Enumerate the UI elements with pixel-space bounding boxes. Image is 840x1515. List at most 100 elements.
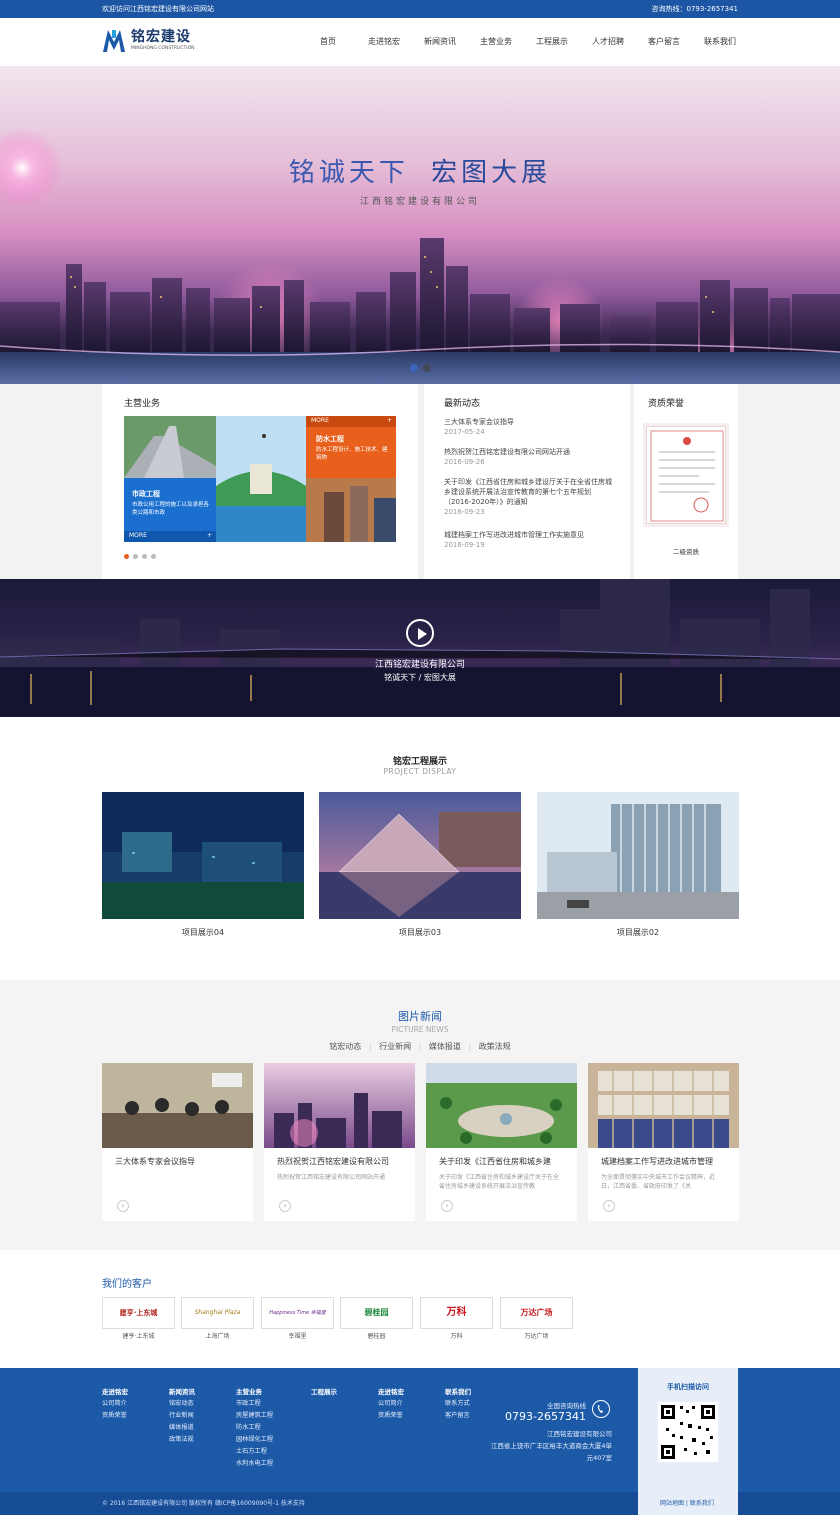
client-logo[interactable]: 万科 <box>420 1297 493 1329</box>
business-panel: 主营业务 MORE + 防水工程 防水工程设计、施工技术、建筑物 市政工程 市政… <box>102 384 418 579</box>
nav-contact[interactable]: 联系我们 <box>692 18 748 66</box>
footer-col-about: 走进铭宏 公司简介 资质荣誉 <box>102 1386 128 1422</box>
client-logo[interactable]: 碧桂园 <box>340 1297 413 1329</box>
picnews-card[interactable]: 关于印发《江西省住房和城乡建 关于印发《江西省住房和城乡建设厅关于在全省住房城乡… <box>426 1063 577 1221</box>
business-dot-3[interactable] <box>142 554 147 559</box>
business-dot-1[interactable] <box>124 554 129 559</box>
client-logo-text: 碧桂园 <box>364 1308 389 1317</box>
footer-link[interactable]: 土石方工程 <box>236 1446 273 1458</box>
nav-business[interactable]: 主营业务 <box>468 18 524 66</box>
client-logo[interactable]: Happiness Time 幸福里 <box>261 1297 334 1329</box>
picnews-image[interactable] <box>588 1063 739 1148</box>
picnews-card[interactable]: 热烈祝贺江西铭宏建设有限公司 热烈祝贺江西铭宏建设有限公司网站开通 › <box>264 1063 415 1221</box>
certificate-image[interactable] <box>646 426 726 524</box>
arrow-right-icon[interactable]: › <box>603 1200 615 1212</box>
client-logo[interactable]: 建亨·上东城 <box>102 1297 175 1329</box>
news-item[interactable]: 关于印发《江西省住房和城乡建设厅关于在全省住房城乡建设系统开展法治宣传教育的第七… <box>444 477 614 517</box>
tab-industry-news[interactable]: 行业新闻 <box>379 1042 411 1051</box>
picnews-image[interactable] <box>426 1063 577 1148</box>
nav-careers[interactable]: 人才招聘 <box>580 18 636 66</box>
news-title[interactable]: 城建档案工作写进改进城市管理工作实施意见 <box>444 530 614 540</box>
news-title[interactable]: 关于印发《江西省住房和城乡建设厅关于在全省住房城乡建设系统开展法治宣传教育的第七… <box>444 477 614 507</box>
project-image[interactable] <box>319 792 521 919</box>
logo[interactable]: 铭宏建设 MINGHONG CONSTRUCTION <box>102 28 194 54</box>
footer-col-heading[interactable]: 走进铭宏 <box>102 1386 128 1398</box>
news-item[interactable]: 三大体系专家会议指导 2017-05-24 <box>444 417 614 437</box>
footer-link[interactable]: 联系方式 <box>445 1398 471 1410</box>
plus-icon[interactable]: + <box>387 417 392 424</box>
footer-link[interactable]: 市政工程 <box>236 1398 273 1410</box>
picnews-image[interactable] <box>102 1063 253 1148</box>
tab-company-news[interactable]: 铭宏动态 <box>329 1042 361 1051</box>
news-date: 2017-05-24 <box>444 428 485 436</box>
picnews-image[interactable] <box>264 1063 415 1148</box>
client-logo[interactable]: Shanghai Plaza <box>181 1297 254 1329</box>
footer-address-block: 江西铭宏建设有限公司 江西省上饶市广丰区裕丰大道商会大厦4单元407室 <box>490 1428 612 1464</box>
footer-link[interactable]: 公司简介 <box>102 1398 128 1410</box>
client-caption: 万科 <box>450 1333 463 1340</box>
nav-news[interactable]: 新闻资讯 <box>412 18 468 66</box>
footer-link[interactable]: 客户留言 <box>445 1410 471 1422</box>
footer-link[interactable]: 资质荣誉 <box>378 1410 404 1422</box>
footer-col-heading[interactable]: 工程展示 <box>311 1386 337 1398</box>
picnews-card-title[interactable]: 城建档案工作写进改进城市管理 <box>588 1148 739 1167</box>
footer-col-heading[interactable]: 联系我们 <box>445 1386 471 1398</box>
footer-link[interactable]: 媒体报道 <box>169 1422 195 1434</box>
footer-link[interactable]: 园林绿化工程 <box>236 1434 273 1446</box>
tab-policies[interactable]: 政策法规 <box>479 1042 511 1051</box>
footer-link[interactable]: 防水工程 <box>236 1422 273 1434</box>
footer-link[interactable]: 资质荣誉 <box>102 1410 128 1422</box>
banner-dot-1[interactable] <box>410 364 418 372</box>
project-card[interactable]: 项目展示02 <box>537 792 739 938</box>
banner-dot-2[interactable] <box>423 364 431 372</box>
more-link-blue[interactable]: MORE <box>129 532 147 539</box>
picnews-card-title[interactable]: 热烈祝贺江西铭宏建设有限公司 <box>264 1148 415 1167</box>
business-dot-4[interactable] <box>151 554 156 559</box>
footer-link[interactable]: 房屋建筑工程 <box>236 1410 273 1422</box>
waterproof-card[interactable]: MORE + 防水工程 防水工程设计、施工技术、建筑物 <box>306 416 396 478</box>
footer-col-heading[interactable]: 走进铭宏 <box>378 1386 404 1398</box>
nav-projects[interactable]: 工程展示 <box>524 18 580 66</box>
project-card[interactable]: 项目展示04 <box>102 792 304 938</box>
tab-media-reports[interactable]: 媒体报道 <box>429 1042 461 1051</box>
footer-col-heading[interactable]: 新闻资讯 <box>169 1386 195 1398</box>
footer-bottom-links-box[interactable]: 网站地图 | 联系我们 <box>638 1492 738 1515</box>
news-title[interactable]: 三大体系专家会议指导 <box>444 417 614 427</box>
arrow-right-icon[interactable]: › <box>279 1200 291 1212</box>
footer-link[interactable]: 公司简介 <box>378 1398 404 1410</box>
footer-link[interactable]: 行业新闻 <box>169 1410 195 1422</box>
logo-title: 铭宏建设 <box>131 29 191 45</box>
project-image[interactable] <box>537 792 739 919</box>
picnews-card-title[interactable]: 关于印发《江西省住房和城乡建 <box>426 1148 577 1167</box>
news-item[interactable]: 热烈祝贺江西铭宏建设有限公司网站开通 2016-09-26 <box>444 447 614 467</box>
arrow-right-icon[interactable]: › <box>117 1200 129 1212</box>
nav-about[interactable]: 走进铭宏 <box>356 18 412 66</box>
news-item[interactable]: 城建档案工作写进改进城市管理工作实施意见 2016-09-19 <box>444 530 614 550</box>
news-title[interactable]: 热烈祝贺江西铭宏建设有限公司网站开通 <box>444 447 614 457</box>
honor-panel: 资质荣誉 二级资质 <box>634 384 738 579</box>
picnews-card[interactable]: 城建档案工作写进改进城市管理 为全面贯彻落实中央城市工作会议精神，近日，江西省委… <box>588 1063 739 1221</box>
project-caption[interactable]: 项目展示02 <box>537 927 739 938</box>
project-caption[interactable]: 项目展示03 <box>319 927 521 938</box>
plus-icon[interactable]: + <box>207 532 212 539</box>
nav-message[interactable]: 客户留言 <box>636 18 692 66</box>
play-video-button[interactable] <box>406 619 434 647</box>
project-caption[interactable]: 项目展示04 <box>102 927 304 938</box>
footer-link[interactable]: 政策法规 <box>169 1434 195 1446</box>
picnews-card-title[interactable]: 三大体系专家会议指导 <box>102 1148 253 1167</box>
client-logo[interactable]: 万达广场 <box>500 1297 573 1329</box>
picnews-card[interactable]: 三大体系专家会议指导 › <box>102 1063 253 1221</box>
arrow-right-icon[interactable]: › <box>441 1200 453 1212</box>
municipal-card[interactable]: 市政工程 市政公用工程的施工以及承担各类公路和市政 MORE + <box>124 478 216 542</box>
project-image[interactable] <box>102 792 304 919</box>
project-card[interactable]: 项目展示03 <box>319 792 521 938</box>
news-date: 2016-09-23 <box>444 508 485 516</box>
nav-home[interactable]: 首页 <box>300 18 356 66</box>
news-date: 2016-09-26 <box>444 458 485 466</box>
hero-banner: 铭诚天下 宏图大展 江西铭宏建设有限公司 <box>0 66 840 384</box>
footer-link[interactable]: 铭宏动态 <box>169 1398 195 1410</box>
footer-link[interactable]: 水利水电工程 <box>236 1458 273 1470</box>
footer-col-heading[interactable]: 主营业务 <box>236 1386 273 1398</box>
more-link-orange[interactable]: MORE <box>311 417 329 424</box>
business-dot-2[interactable] <box>133 554 138 559</box>
